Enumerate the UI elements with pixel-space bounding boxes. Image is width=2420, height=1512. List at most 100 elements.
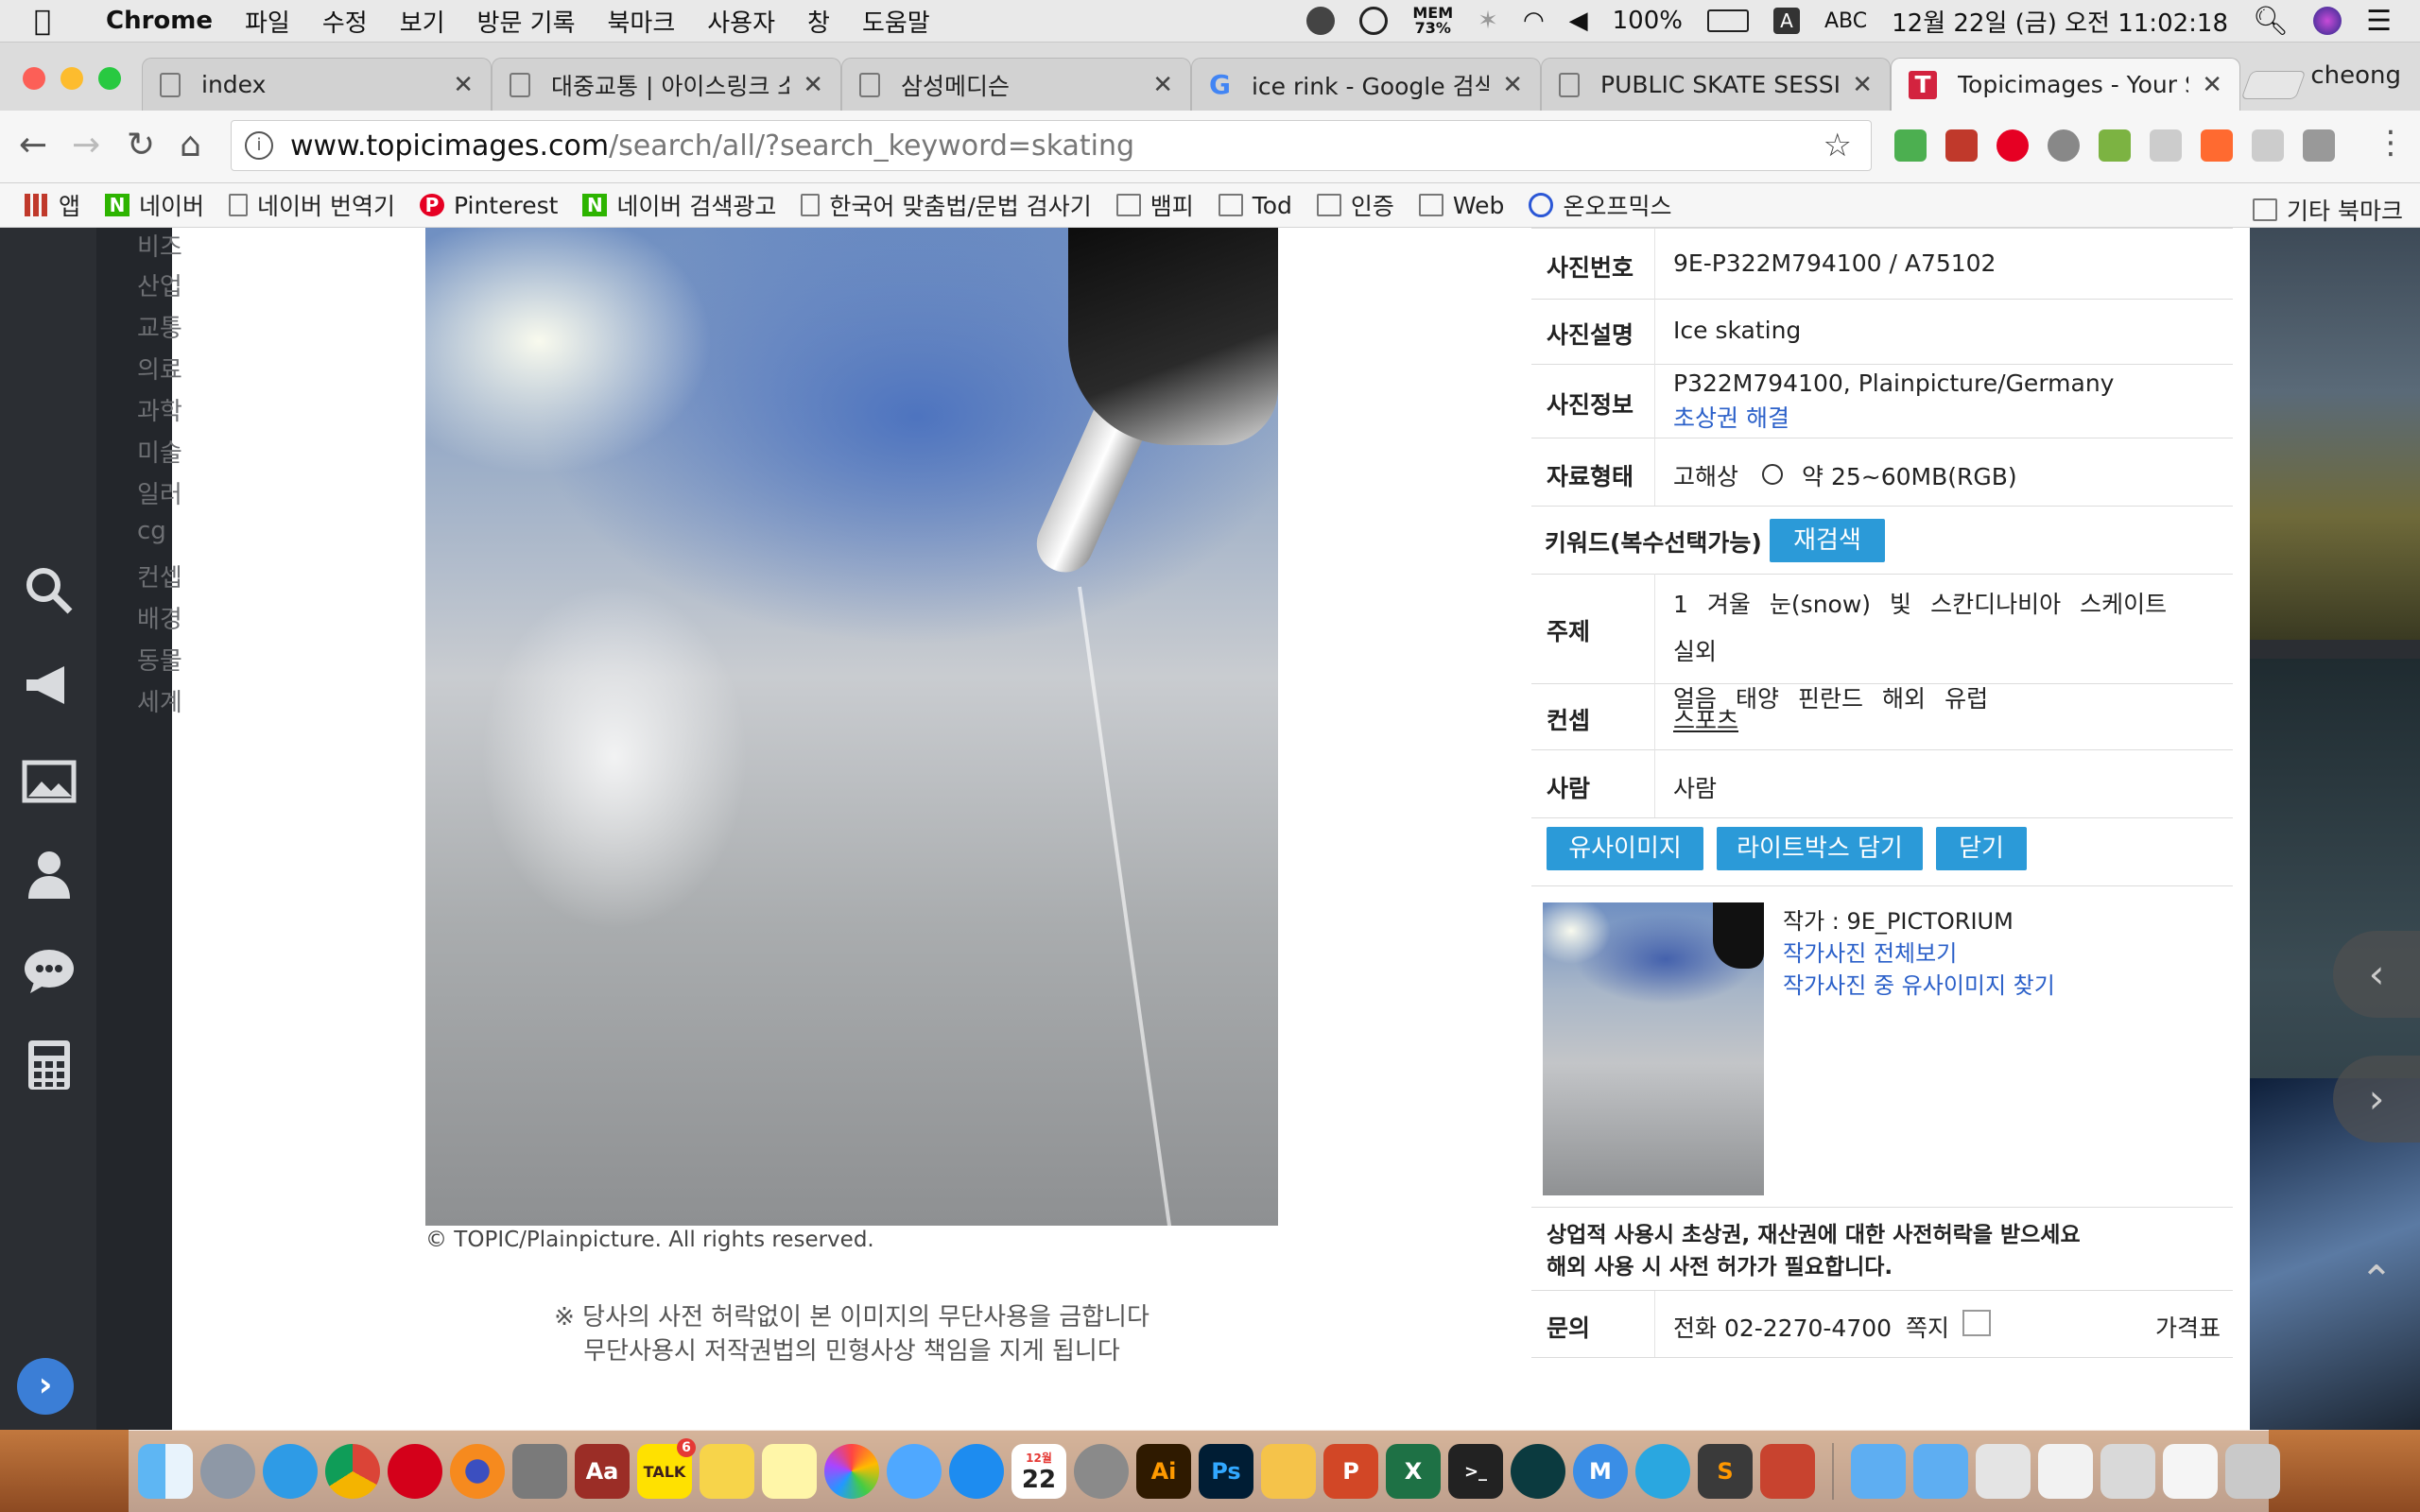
user-icon[interactable] (21, 846, 78, 902)
spotlight-search-icon[interactable]: 🔍︎ (2253, 5, 2289, 38)
zoom-window-button[interactable] (98, 67, 121, 90)
input-source-icon[interactable]: A (1772, 8, 1800, 34)
search-icon[interactable] (21, 562, 78, 619)
calculator-icon[interactable] (21, 1037, 78, 1093)
tab-index[interactable]: index ✕ (142, 58, 492, 111)
folder-icon[interactable] (1851, 1444, 1906, 1499)
close-tab-icon[interactable]: ✕ (1152, 71, 1173, 99)
memo-link[interactable]: 쪽지 (1906, 1310, 1949, 1344)
volume-icon[interactable]: ◀ (1569, 7, 1588, 35)
similar-images-button[interactable]: 유사이미지 (1547, 827, 1703, 870)
category-item[interactable]: 동물 (137, 642, 182, 677)
clock[interactable]: 12월 22일 (금) 오전 11:02:18 (1892, 4, 2228, 39)
close-tab-icon[interactable]: ✕ (2202, 71, 2222, 99)
keyword-link[interactable]: 1 (1673, 591, 1688, 618)
trash-icon[interactable] (2225, 1444, 2280, 1499)
gallery-next-icon[interactable]: › (2333, 1056, 2420, 1143)
extension-gear-icon[interactable] (2048, 129, 2080, 162)
opera-icon[interactable] (388, 1444, 442, 1499)
calculator-app-icon[interactable] (512, 1444, 567, 1499)
tab-samsung-medison[interactable]: 삼성메디슨 ✕ (841, 58, 1191, 111)
extension-camera-icon[interactable] (2303, 129, 2335, 162)
powerpoint-icon[interactable]: P (1323, 1444, 1378, 1499)
concept-value[interactable]: 스포츠 (1673, 702, 1738, 736)
document-icon[interactable] (2038, 1444, 2093, 1499)
bookmark-star-icon[interactable]: ☆ (1824, 127, 1852, 164)
portrait-rights-link[interactable]: 초상권 해결 (1673, 400, 1789, 434)
menu-app-name[interactable]: Chrome (106, 7, 213, 35)
category-item[interactable]: 미술 (137, 434, 182, 469)
bookmark-other[interactable]: 기타 북마크 (2253, 193, 2403, 227)
system-preferences-icon[interactable] (1074, 1444, 1129, 1499)
dictionary-icon[interactable]: Aa (575, 1444, 630, 1499)
close-tab-icon[interactable]: ✕ (1502, 71, 1523, 99)
input-source-label[interactable]: ABC (1824, 9, 1867, 33)
menu-edit[interactable]: 수정 (322, 4, 368, 39)
launchpad-icon[interactable] (200, 1444, 255, 1499)
tab-public-skate[interactable]: PUBLIC SKATE SESSIO ✕ (1541, 58, 1891, 111)
add-lightbox-button[interactable]: 라이트박스 담기 (1717, 827, 1923, 870)
close-tab-icon[interactable]: ✕ (1852, 71, 1873, 99)
illustrator-icon[interactable]: Ai (1136, 1444, 1191, 1499)
extension-shield-icon[interactable] (2201, 129, 2233, 162)
reload-icon[interactable]: ↻ (127, 126, 155, 164)
author-similar-link[interactable]: 작가사진 중 유사이미지 찾기 (1783, 967, 2055, 1000)
scroll-top-icon[interactable]: ⌃ (2333, 1237, 2420, 1324)
keyword-link[interactable]: 실외 (1673, 638, 1717, 665)
bookmark-naver-translate[interactable]: 네이버 번역기 (229, 188, 395, 222)
kakaotalk-icon[interactable]: TALK 6 (637, 1438, 696, 1499)
message-icon[interactable] (1962, 1310, 1991, 1336)
bookmark-pinterest[interactable]: P Pinterest (419, 192, 558, 219)
close-tab-icon[interactable]: ✕ (453, 71, 474, 99)
keyword-link[interactable]: 스칸디나비아 (1930, 591, 2061, 618)
research-button[interactable]: 재검색 (1770, 519, 1885, 562)
terminal-icon[interactable]: >_ (1448, 1444, 1503, 1499)
gallery-prev-icon[interactable]: ‹ (2333, 931, 2420, 1018)
appstore-icon[interactable] (949, 1444, 1004, 1499)
category-item[interactable]: 배경 (137, 600, 182, 635)
author-all-photos-link[interactable]: 작가사진 전체보기 (1783, 935, 1957, 968)
close-info-button[interactable]: 닫기 (1936, 827, 2027, 870)
category-item[interactable]: 교통 (137, 309, 182, 344)
tab-topicimages[interactable]: T Topicimages - Your Sa ✕ (1891, 58, 2240, 111)
price-table-link[interactable]: 가격표 (2155, 1310, 2221, 1344)
author-thumbnail[interactable] (1543, 902, 1764, 1195)
bookmark-apps[interactable]: 앱 (25, 188, 80, 222)
bluetooth-icon[interactable]: ✶ (1478, 7, 1498, 35)
new-tab-button[interactable] (2240, 71, 2307, 99)
siri-icon[interactable] (2313, 7, 2342, 35)
keyword-link[interactable]: 스케이트 (2080, 591, 2167, 618)
memory-meter[interactable]: MEM 73% (1412, 6, 1453, 36)
wifi-icon[interactable]: ◠ (1523, 7, 1545, 35)
downloads-icon[interactable] (1913, 1444, 1968, 1499)
creative-cloud-icon[interactable] (1359, 7, 1389, 35)
menu-window[interactable]: 창 (807, 4, 830, 39)
battery-percent[interactable]: 100% (1613, 7, 1683, 35)
category-item[interactable]: 의료 (137, 351, 182, 386)
keyword-link[interactable]: 빛 (1890, 591, 1911, 618)
gallery-photo-coast[interactable] (2250, 228, 2420, 640)
category-item[interactable]: 일러 (137, 475, 182, 510)
site-info-icon[interactable]: i (245, 131, 273, 160)
notification-center-icon[interactable]: ☰ (2366, 5, 2392, 38)
expand-sidebar-button[interactable]: › (17, 1358, 74, 1415)
textfile-icon[interactable] (2163, 1444, 2218, 1499)
photos-icon[interactable] (824, 1444, 879, 1499)
tab-google-search[interactable]: G ice rink - Google 검색 ✕ (1191, 58, 1541, 111)
category-item[interactable]: 컨셉 (137, 558, 182, 593)
keyword-link[interactable]: 겨울 (1707, 591, 1751, 618)
category-item[interactable]: 산업 (137, 267, 182, 302)
menu-bookmarks[interactable]: 북마크 (608, 4, 676, 39)
keyword-link[interactable]: 눈(snow) (1770, 591, 1871, 618)
menu-file[interactable]: 파일 (245, 4, 290, 39)
close-window-button[interactable] (23, 67, 45, 90)
gitkraken-icon[interactable] (1511, 1444, 1565, 1499)
close-tab-icon[interactable]: ✕ (803, 71, 823, 99)
category-item[interactable]: 세계 (137, 683, 182, 718)
category-item[interactable]: 비즈 (137, 228, 182, 263)
format-radio-button[interactable] (1762, 464, 1783, 485)
minimize-window-button[interactable] (60, 67, 83, 90)
image-icon[interactable] (21, 753, 78, 810)
extension-tree-icon[interactable] (2150, 129, 2182, 162)
address-bar[interactable]: i www.topicimages.com/search/all/?search… (231, 120, 1872, 171)
